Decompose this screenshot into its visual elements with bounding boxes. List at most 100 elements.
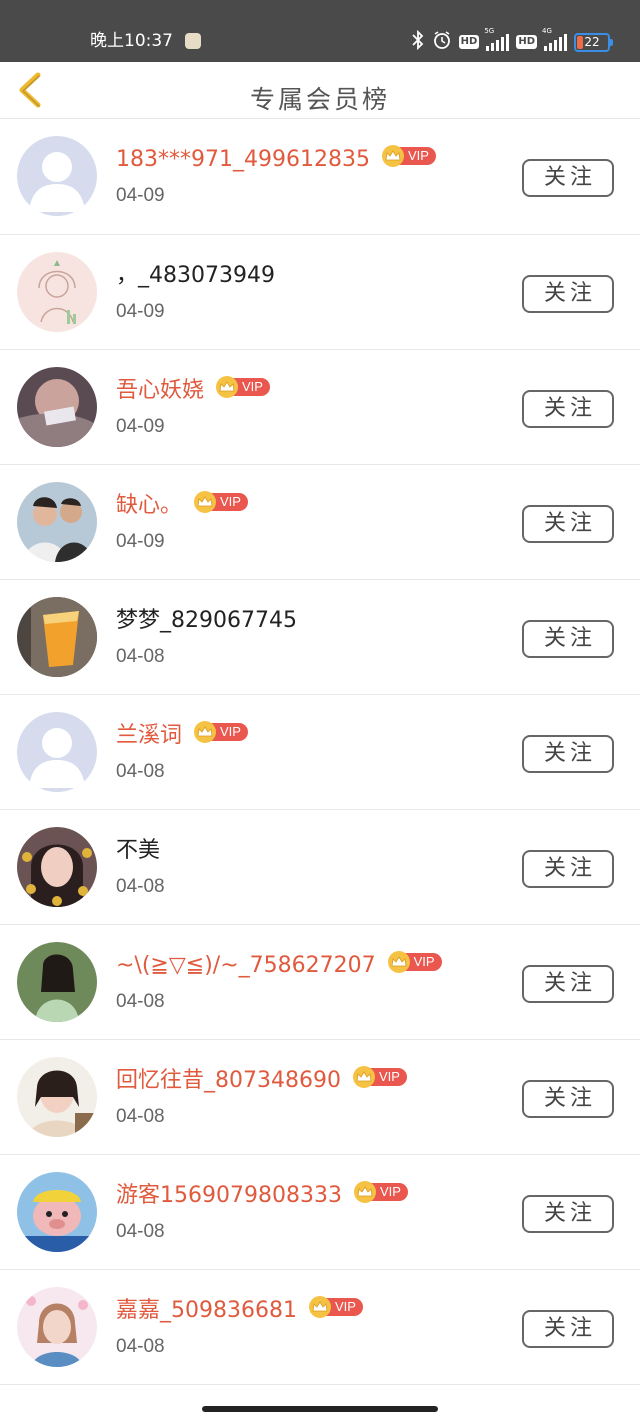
member-row[interactable]: 183***971_499612835 VIP 04-09 关注 — [0, 119, 640, 235]
member-row[interactable]: 缺心。 VIP 04-09 关注 — [0, 465, 640, 580]
vip-badge: VIP — [352, 1066, 407, 1088]
page-title: 专属会员榜 — [249, 85, 390, 114]
crown-badge — [216, 376, 239, 398]
name-line: 梦梦_829067745 — [116, 606, 297, 636]
member-date: 04-08 — [116, 646, 165, 667]
avatar-photo-pink[interactable] — [17, 367, 97, 447]
avatar-sketch[interactable] — [17, 252, 97, 332]
notification-app-icon — [185, 33, 201, 49]
name-line: 游客1569079808333 VIP — [116, 1181, 408, 1211]
member-name: 嘉嘉_509836681 — [116, 1298, 297, 1323]
follow-button[interactable]: 关注 — [522, 505, 614, 543]
crown-icon — [356, 1071, 372, 1082]
member-row[interactable]: 嘉嘉_509836681 VIP 04-08 关注 — [0, 1270, 640, 1385]
member-row[interactable]: 兰溪词 VIP 04-08 关注 — [0, 695, 640, 810]
signal-4g-icon: 4G — [542, 27, 567, 51]
member-name: 缺心。 — [116, 493, 183, 518]
member-date: 04-08 — [116, 1221, 165, 1242]
member-list: 183***971_499612835 VIP 04-09 关注 ，_48307… — [0, 119, 640, 1385]
name-line: 回忆往昔_807348690 VIP — [116, 1066, 407, 1096]
follow-button[interactable]: 关注 — [522, 850, 614, 888]
follow-button[interactable]: 关注 — [522, 735, 614, 773]
member-date: 04-09 — [116, 185, 165, 206]
signal-5g-icon: 5G — [484, 27, 510, 51]
crown-icon — [357, 1186, 373, 1197]
avatar-photo-green[interactable] — [17, 942, 97, 1022]
name-line: 嘉嘉_509836681 VIP — [116, 1296, 363, 1326]
avatar-photo-woman[interactable] — [17, 1057, 97, 1137]
crown-icon — [197, 726, 213, 737]
name-line: 不美 — [116, 836, 160, 866]
avatar-photo-flower[interactable] — [17, 1287, 97, 1367]
follow-button[interactable]: 关注 — [522, 159, 614, 197]
follow-button[interactable]: 关注 — [522, 390, 614, 428]
follow-button[interactable]: 关注 — [522, 1080, 614, 1118]
crown-badge — [353, 1181, 376, 1203]
name-line: 兰溪词 VIP — [116, 721, 248, 751]
member-date: 04-08 — [116, 1336, 165, 1357]
vip-badge: VIP — [194, 491, 248, 513]
crown-badge — [194, 721, 217, 743]
vip-badge: VIP — [216, 376, 270, 398]
vip-badge: VIP — [381, 145, 436, 167]
member-name: 183***971_499612835 — [116, 147, 370, 172]
vip-badge: VIP — [194, 721, 248, 743]
status-icons: HD 5G HD 4G 22 — [411, 27, 613, 56]
member-name: 回忆往昔_807348690 — [116, 1068, 341, 1093]
vip-badge: VIP — [308, 1296, 363, 1318]
bluetooth-icon — [411, 29, 425, 55]
crown-badge — [381, 145, 404, 167]
member-date: 04-09 — [116, 301, 165, 322]
member-row[interactable]: 回忆往昔_807348690 VIP 04-08 关注 — [0, 1040, 640, 1155]
status-bar: 晚上10:37 HD 5G HD 4G 22 — [0, 0, 640, 62]
member-name: 不美 — [116, 838, 161, 863]
vip-badge: VIP — [353, 1181, 408, 1203]
vip-badge: VIP — [387, 951, 442, 973]
member-date: 04-08 — [116, 876, 165, 897]
member-name: 吾心妖娆 — [116, 378, 205, 403]
name-line: ~\(≧▽≦)/~_758627207 VIP — [116, 951, 442, 981]
avatar-default[interactable] — [17, 136, 97, 216]
follow-button[interactable]: 关注 — [522, 620, 614, 658]
member-name: 游客1569079808333 — [116, 1183, 342, 1208]
avatar-photo-juice[interactable] — [17, 597, 97, 677]
member-row[interactable]: 吾心妖娆 VIP 04-09 关注 — [0, 350, 640, 465]
crown-badge — [194, 491, 217, 513]
member-date: 04-09 — [116, 416, 165, 437]
title-bar: 专属会员榜 — [0, 62, 640, 119]
member-row[interactable]: 游客1569079808333 VIP 04-08 关注 — [0, 1155, 640, 1270]
crown-badge — [352, 1066, 375, 1088]
member-row[interactable]: 不美 04-08 关注 — [0, 810, 640, 925]
member-row[interactable]: 梦梦_829067745 04-08 关注 — [0, 580, 640, 695]
home-indicator[interactable] — [202, 1406, 438, 1412]
member-date: 04-08 — [116, 991, 165, 1012]
follow-button[interactable]: 关注 — [522, 275, 614, 313]
crown-badge — [308, 1296, 331, 1318]
member-row[interactable]: ~\(≧▽≦)/~_758627207 VIP 04-08 关注 — [0, 925, 640, 1040]
crown-icon — [219, 381, 235, 392]
name-line: 缺心。 VIP — [116, 491, 248, 521]
follow-button[interactable]: 关注 — [522, 1195, 614, 1233]
member-name: ，_483073949 — [116, 263, 275, 288]
member-name: 梦梦_829067745 — [116, 608, 297, 633]
alarm-icon — [432, 30, 452, 55]
member-row[interactable]: ，_483073949 04-09 关注 — [0, 235, 640, 350]
crown-icon — [385, 150, 401, 161]
avatar-cartoon[interactable] — [17, 1172, 97, 1252]
avatar-photo-couple[interactable] — [17, 482, 97, 562]
member-date: 04-08 — [116, 1106, 165, 1127]
hd-badge-2: HD — [516, 35, 537, 49]
member-date: 04-08 — [116, 761, 165, 782]
follow-button[interactable]: 关注 — [522, 1310, 614, 1348]
member-name: 兰溪词 — [116, 723, 183, 748]
crown-icon — [197, 496, 213, 507]
crown-icon — [312, 1301, 328, 1312]
follow-button[interactable]: 关注 — [522, 965, 614, 1003]
hd-badge: HD — [458, 35, 480, 49]
avatar-photo-girl[interactable] — [17, 827, 97, 907]
battery-icon: 22 — [574, 32, 613, 52]
status-time: 晚上10:37 — [90, 31, 173, 51]
avatar-default[interactable] — [17, 712, 97, 792]
member-date: 04-09 — [116, 531, 165, 552]
name-line: 183***971_499612835 VIP — [116, 145, 436, 175]
